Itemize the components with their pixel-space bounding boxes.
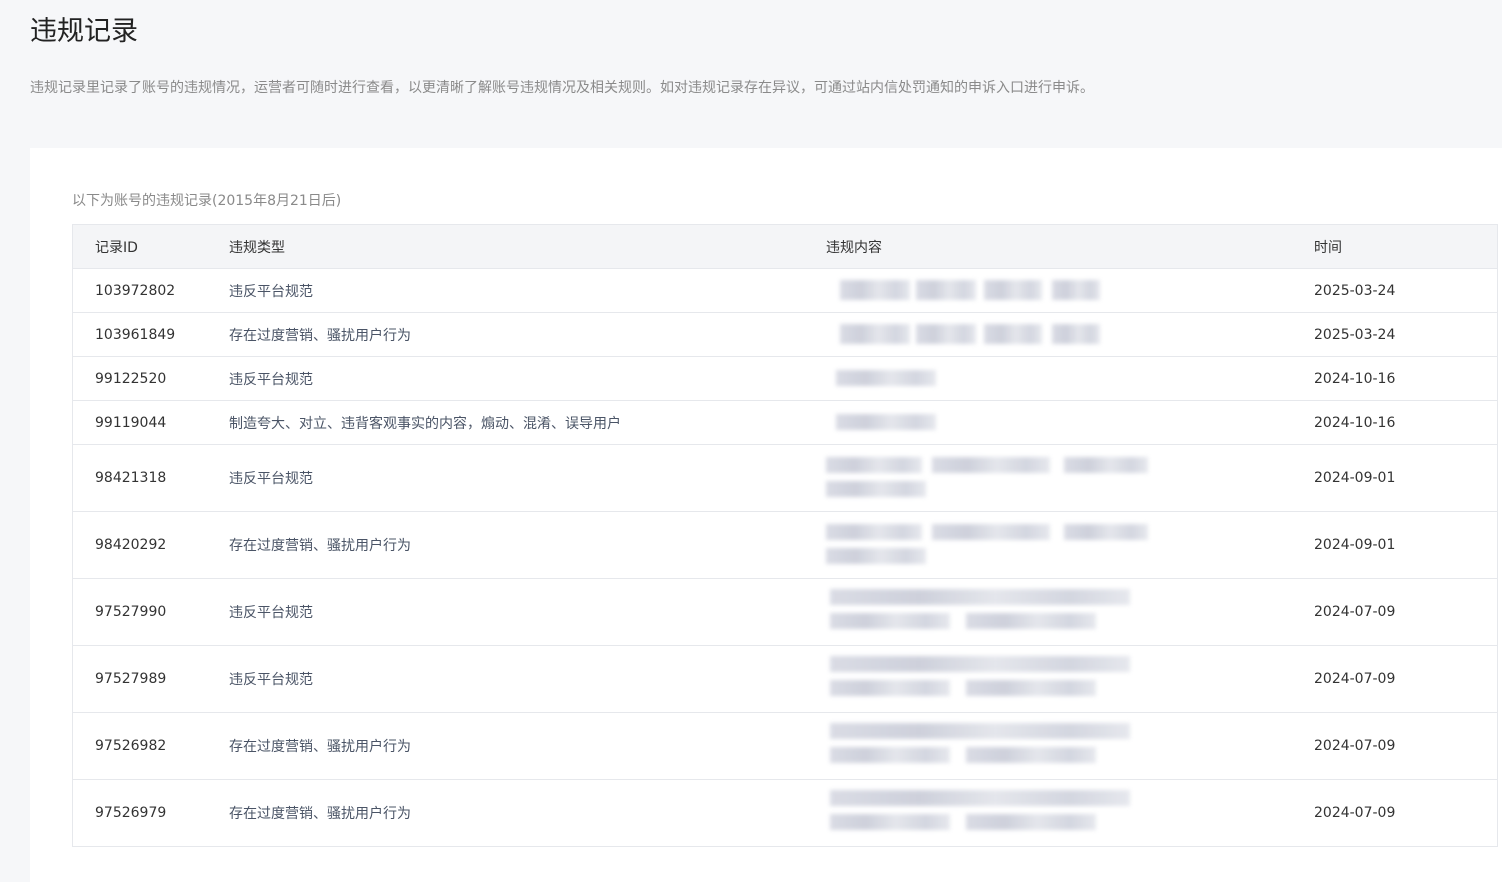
redacted-text-block (830, 790, 1130, 806)
redacted-text-block (916, 324, 976, 344)
cell-violation-content-redacted (826, 512, 1314, 578)
table-row: 99119044 制造夸大、对立、违背客观事实的内容，煽动、混淆、误导用户 2024… (73, 401, 1497, 445)
cell-violation-type: 存在过度营销、骚扰用户行为 (229, 739, 411, 755)
table-row: 103961849 存在过度营销、骚扰用户行为 2025-03-24 (73, 313, 1497, 357)
page-title: 违规记录 (30, 16, 138, 47)
cell-violation-content-redacted (826, 646, 1314, 712)
redacted-text-block (966, 613, 1096, 629)
table-caption: 以下为账号的违规记录(2015年8月21日后) (72, 193, 342, 209)
cell-time: 2024-07-09 (1314, 805, 1396, 821)
cell-violation-type: 制造夸大、对立、违背客观事实的内容，煽动、混淆、误导用户 (229, 415, 621, 432)
redacted-text-block (830, 814, 950, 830)
header-violation-content: 违规内容 (826, 239, 882, 256)
redacted-text-block (984, 280, 1042, 300)
cell-violation-content-redacted (826, 713, 1314, 779)
cell-violation-type: 违反平台规范 (229, 371, 313, 388)
cell-violation-content-redacted (826, 269, 1314, 312)
cell-record-id: 98421318 (95, 470, 167, 486)
cell-time: 2025-03-24 (1314, 326, 1396, 343)
redacted-text-block (932, 524, 1050, 540)
redacted-text-block (1052, 280, 1100, 300)
table-row: 97526979 存在过度营销、骚扰用户行为 2024-07-09 (73, 780, 1497, 846)
redacted-text-block (826, 548, 926, 564)
redacted-text-block (836, 370, 936, 386)
table-row: 98420292 存在过度营销、骚扰用户行为 2024-09-01 (73, 512, 1497, 579)
redacted-text-block (830, 656, 1130, 672)
cell-violation-content-redacted (826, 579, 1314, 645)
table-row: 99122520 违反平台规范 2024-10-16 (73, 357, 1497, 401)
redacted-text-block (966, 747, 1096, 763)
cell-record-id: 103961849 (95, 326, 176, 343)
cell-violation-type: 违反平台规范 (229, 605, 313, 621)
table-row: 103972802 违反平台规范 2025-03-24 (73, 269, 1497, 313)
redacted-text-block (836, 414, 936, 430)
header-record-id: 记录ID (95, 239, 138, 256)
redacted-text-block (916, 280, 976, 300)
redacted-text-block (1064, 524, 1148, 540)
cell-time: 2024-10-16 (1314, 370, 1396, 387)
cell-violation-type: 存在过度营销、骚扰用户行为 (229, 538, 411, 554)
cell-time: 2024-07-09 (1314, 671, 1396, 687)
cell-violation-type: 存在过度营销、骚扰用户行为 (229, 806, 411, 822)
records-card: 以下为账号的违规记录(2015年8月21日后) 记录ID 违规类型 违规内容 时… (30, 148, 1502, 882)
cell-violation-type: 存在过度营销、骚扰用户行为 (229, 327, 411, 344)
cell-time: 2025-03-24 (1314, 282, 1396, 299)
redacted-text-block (826, 457, 922, 473)
redacted-text-block (826, 524, 922, 540)
cell-record-id: 97527989 (95, 671, 167, 687)
cell-violation-content-redacted (826, 780, 1314, 846)
redacted-text-block (830, 613, 950, 629)
cell-record-id: 99122520 (95, 370, 167, 387)
table-row: 97527989 违反平台规范 2024-07-09 (73, 646, 1497, 713)
redacted-text-block (830, 589, 1130, 605)
table-row: 98421318 违反平台规范 2024-09-01 (73, 445, 1497, 512)
page-description: 违规记录里记录了账号的违规情况，运营者可随时进行查看，以更清晰了解账号违规情况及… (30, 80, 1094, 96)
cell-violation-type: 违反平台规范 (229, 672, 313, 688)
cell-violation-content-redacted (826, 357, 1314, 400)
cell-record-id: 98420292 (95, 537, 167, 553)
cell-record-id: 103972802 (95, 282, 176, 299)
redacted-text-block (840, 280, 910, 300)
redacted-text-block (1052, 324, 1100, 344)
header-violation-type: 违规类型 (229, 239, 285, 256)
table-header: 记录ID 违规类型 违规内容 时间 (73, 225, 1497, 269)
redacted-text-block (966, 814, 1096, 830)
cell-time: 2024-07-09 (1314, 604, 1396, 620)
table-body: 103972802 违反平台规范 2025-03-24 103961849 存在过度营销… (73, 269, 1497, 846)
cell-record-id: 99119044 (95, 414, 167, 431)
cell-record-id: 97526982 (95, 738, 167, 754)
header-time: 时间 (1314, 239, 1342, 256)
cell-record-id: 97526979 (95, 805, 167, 821)
table-row: 97527990 违反平台规范 2024-07-09 (73, 579, 1497, 646)
redacted-text-block (830, 680, 950, 696)
redacted-text-block (830, 723, 1130, 739)
cell-violation-content-redacted (826, 445, 1314, 511)
cell-violation-type: 违反平台规范 (229, 283, 313, 300)
redacted-text-block (1064, 457, 1148, 473)
cell-violation-content-redacted (826, 401, 1314, 444)
cell-time: 2024-09-01 (1314, 537, 1396, 553)
cell-record-id: 97527990 (95, 604, 167, 620)
redacted-text-block (840, 324, 910, 344)
table-row: 97526982 存在过度营销、骚扰用户行为 2024-07-09 (73, 713, 1497, 780)
redacted-text-block (826, 481, 926, 497)
cell-time: 2024-07-09 (1314, 738, 1396, 754)
redacted-text-block (932, 457, 1050, 473)
redacted-text-block (830, 747, 950, 763)
cell-time: 2024-09-01 (1314, 470, 1396, 486)
redacted-text-block (984, 324, 1042, 344)
cell-violation-content-redacted (826, 313, 1314, 356)
cell-time: 2024-10-16 (1314, 414, 1396, 431)
redacted-text-block (966, 680, 1096, 696)
violation-records-table: 记录ID 违规类型 违规内容 时间 103972802 违反平台规范 2025-03… (72, 224, 1498, 847)
cell-violation-type: 违反平台规范 (229, 471, 313, 487)
